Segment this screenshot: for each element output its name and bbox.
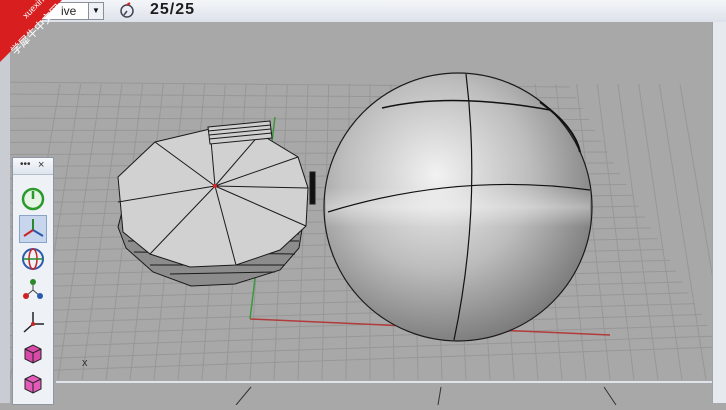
gumball-button[interactable] (19, 215, 47, 243)
power-button[interactable] (20, 186, 46, 212)
close-icon[interactable]: × (38, 159, 44, 171)
globe-icon (22, 248, 44, 270)
transform-button[interactable] (20, 310, 46, 336)
box-edit-button[interactable] (20, 340, 46, 366)
rotate-icon[interactable] (118, 2, 136, 20)
gumball-axes-icon (23, 219, 44, 237)
toolbar-titlebar[interactable]: ••• × (13, 158, 53, 175)
points-button[interactable] (20, 276, 46, 302)
snapshot-counter: 25/25 (150, 1, 196, 18)
bottom-viewport[interactable] (56, 381, 712, 406)
perspective-viewport[interactable]: x (10, 22, 712, 380)
power-icon (21, 187, 45, 211)
globe-button[interactable] (20, 246, 46, 272)
right-panel-edge (712, 22, 726, 403)
floating-toolbar: ••• × (12, 157, 54, 405)
box-icon (24, 374, 42, 394)
left-panel-edge (0, 22, 10, 403)
sphere-object (323, 72, 593, 342)
chevron-down-icon[interactable]: ▼ (88, 3, 103, 19)
top-toolbar: ive ▼ 25/25 (0, 0, 726, 23)
points-icon (23, 279, 43, 299)
box-button[interactable] (20, 370, 46, 396)
scene (10, 22, 712, 380)
toolbar-grip[interactable]: ••• (20, 159, 31, 170)
transform-axes-icon (23, 312, 44, 333)
box-edit-icon (24, 344, 42, 364)
axis-label: x (82, 357, 88, 369)
